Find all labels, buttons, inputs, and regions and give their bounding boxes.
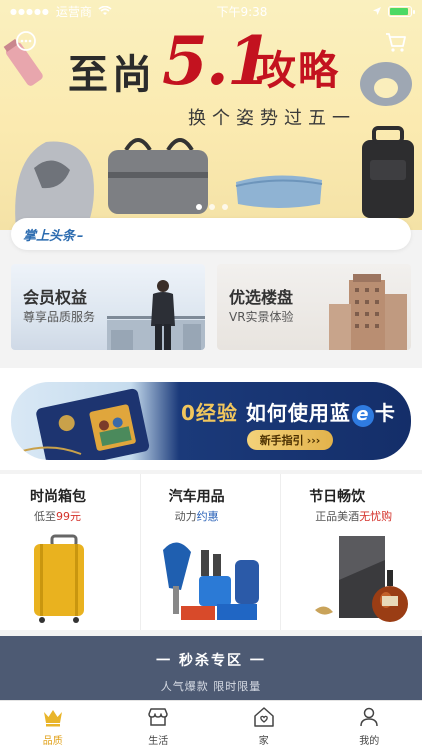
cart-icon[interactable]	[384, 30, 408, 54]
category-title: 时尚箱包	[30, 489, 86, 505]
category-car-accessories[interactable]: 汽车用品 动力约惠	[141, 474, 282, 630]
status-left: ●●●●● 运营商	[10, 3, 112, 20]
category-subtitle: 低至99元	[34, 508, 81, 524]
category-subtitle-prefix: 低至	[34, 510, 56, 523]
duffel-bag-image	[108, 138, 208, 214]
status-time: 下午9:38	[216, 4, 268, 19]
card-banner-title-main: 如何使用蓝	[245, 401, 351, 425]
premium-estate-title: 优选楼盘	[229, 288, 294, 307]
hero-subtitle: 换个姿势过五一	[188, 108, 356, 129]
bank-card-illustration	[18, 388, 150, 460]
tab-mine[interactable]: 我的	[317, 701, 422, 750]
home-icon	[254, 706, 274, 727]
ticker-logo: 掌上头条 –	[23, 225, 84, 244]
hero-title-prefix: 至尚	[68, 51, 156, 98]
ticker-logo-tail: –	[77, 228, 84, 244]
eye-mask-image	[235, 175, 323, 208]
hoodie-pillow-image	[15, 141, 94, 230]
hero-banner[interactable]: ●●●●● 运营商 下午9:38 至尚 5.1 攻略 换个姿势过五一	[0, 0, 422, 230]
hero-title-number: 5.1	[162, 22, 273, 100]
signal-icon: ●●●●●	[10, 6, 50, 16]
bottom-tab-bar: 品质 生活 家 我的	[0, 700, 422, 750]
chat-bubble-icon[interactable]	[14, 30, 38, 54]
category-subtitle: 正品美酒无忧购	[315, 508, 392, 524]
card-banner-title-end: 卡	[374, 401, 396, 425]
tab-home[interactable]: 家	[211, 701, 317, 750]
shop-icon	[148, 707, 168, 726]
tab-label: 生活	[148, 735, 169, 747]
member-benefits-subtitle: 尊享品质服务	[23, 310, 96, 324]
category-subtitle-prefix: 动力	[174, 510, 197, 523]
e-card-icon: e	[351, 405, 374, 427]
member-benefits-card[interactable]: 会员权益 尊享品质服务	[11, 264, 205, 350]
backpack-image	[362, 126, 414, 218]
wifi-icon	[98, 6, 112, 15]
chevrons-right-icon: ›››	[306, 433, 321, 447]
carousel-dot[interactable]	[196, 204, 202, 210]
member-benefits-title: 会员权益	[23, 288, 88, 307]
location-arrow-icon	[373, 7, 381, 15]
tab-label: 品质	[42, 735, 63, 747]
premium-estate-card[interactable]: 优选楼盘 VR实景体验	[217, 264, 411, 350]
premium-estate-subtitle: VR实景体验	[229, 310, 294, 324]
category-title: 节日畅饮	[309, 489, 366, 505]
news-ticker[interactable]: 掌上头条 –	[11, 218, 411, 250]
tab-label: 我的	[359, 735, 380, 747]
tab-life[interactable]: 生活	[106, 701, 212, 750]
card-banner-title: 0经验 如何使用蓝 e 卡	[181, 397, 396, 427]
category-subtitle-highlight: 无忧购	[359, 510, 393, 523]
tab-quality[interactable]: 品质	[0, 701, 106, 750]
category-title: 汽车用品	[168, 489, 225, 505]
person-icon	[360, 707, 378, 726]
hero-title-suffix: 攻略	[256, 47, 340, 94]
status-right	[372, 5, 415, 17]
category-holiday-drinks[interactable]: 节日畅饮 正品美酒无忧购	[281, 474, 422, 630]
status-bar: ●●●●● 运营商 下午9:38	[0, 0, 422, 22]
carousel-dot[interactable]	[209, 204, 215, 210]
battery-icon	[388, 5, 415, 17]
liquor-bottle-image	[315, 536, 409, 622]
carousel-dot[interactable]	[222, 204, 228, 210]
suitcase-image	[34, 534, 84, 623]
category-subtitle: 动力约惠	[175, 508, 219, 524]
card-banner-title-gold: 0经验	[181, 401, 238, 425]
card-banner-section: 0经验 如何使用蓝 e 卡 新手指引 ›››	[0, 368, 422, 470]
category-luggage[interactable]: 时尚箱包 低至99元	[0, 474, 141, 630]
flash-sale-subtitle: 人气爆款 限时限量	[160, 680, 262, 693]
beginner-guide-label: 新手指引	[259, 434, 304, 447]
tab-label: 家	[258, 735, 269, 747]
flash-sale-title: 一 秒杀专区 一	[156, 653, 266, 669]
ticker-logo-text: 掌上头条	[23, 228, 76, 244]
blue-e-card-banner[interactable]: 0经验 如何使用蓝 e 卡 新手指引 ›››	[11, 382, 411, 460]
carousel-dots	[196, 204, 228, 210]
category-subtitle-prefix: 正品美酒	[315, 510, 360, 523]
beginner-guide-button[interactable]: 新手指引 ›››	[247, 430, 333, 450]
category-subtitle-highlight: 99元	[56, 510, 81, 523]
category-grid: 时尚箱包 低至99元 汽车用品 动力约惠 节日畅饮 正品美酒无忧购	[0, 474, 422, 630]
flash-sale-header[interactable]: 一 秒杀专区 一 人气爆款 限时限量	[0, 636, 422, 700]
carrier-label: 运营商	[55, 4, 92, 19]
car-cleaning-kit-image	[162, 542, 259, 620]
crown-icon	[43, 709, 62, 726]
category-subtitle-highlight: 约惠	[196, 510, 219, 523]
neck-pillow-image	[360, 62, 412, 106]
